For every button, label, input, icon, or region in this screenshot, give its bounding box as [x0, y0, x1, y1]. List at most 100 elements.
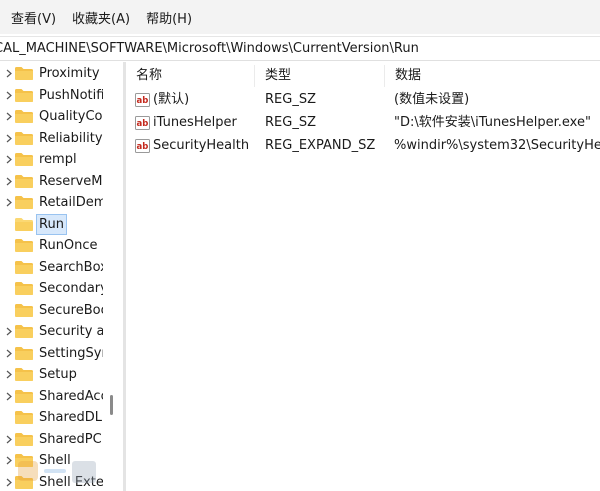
tree-item-label: SettingSyn — [39, 345, 103, 361]
tree-item-label: Reliability — [39, 130, 103, 146]
value-type: REG_EXPAND_SZ — [265, 138, 376, 153]
tree-item[interactable]: SharedDLL — [0, 407, 122, 428]
registry-value-row[interactable]: ab SecurityHealth REG_EXPAND_SZ %windir%\sy… — [126, 135, 600, 157]
tree-item-label: Proximity — [39, 66, 100, 81]
menu-view[interactable]: 查看(V) — [11, 8, 56, 27]
tree-item[interactable]: Reliability — [0, 128, 122, 149]
chevron-right-icon[interactable] — [4, 368, 14, 381]
value-type: REG_SZ — [265, 115, 316, 130]
site-watermark — [18, 461, 96, 483]
address-bar[interactable]: CAL_MACHINE\SOFTWARE\Microsoft\Windows\C… — [0, 36, 600, 61]
folder-icon — [15, 110, 33, 123]
svg-text:ab: ab — [137, 119, 149, 129]
chevron-right-icon[interactable] — [4, 347, 14, 360]
folder-icon — [15, 389, 33, 403]
value-type: REG_SZ — [265, 92, 316, 107]
folder-icon — [15, 67, 33, 80]
tree-item[interactable]: SharedAcc — [0, 386, 122, 407]
tree-scrollbar[interactable] — [106, 62, 116, 491]
tree-item[interactable]: SearchBox — [0, 257, 122, 278]
tree-item-label: QualityCor — [39, 109, 103, 124]
tree-item[interactable]: Proximity — [0, 63, 122, 84]
menu-favorites[interactable]: 收藏夹(A) — [72, 8, 130, 27]
tree-item[interactable]: rempl — [0, 149, 122, 170]
menu-bar: 查看(V) 收藏夹(A) 帮助(H) — [0, 0, 600, 34]
tree-item[interactable]: QualityCor — [0, 106, 122, 127]
tree-item[interactable]: RunOnce — [0, 235, 122, 256]
svg-text:ab: ab — [137, 142, 149, 152]
chevron-right-icon[interactable] — [4, 454, 14, 467]
tree-item-label: ReserveM — [39, 173, 103, 189]
folder-icon — [15, 346, 33, 360]
chevron-right-icon[interactable] — [4, 67, 14, 80]
chevron-right-icon[interactable] — [4, 175, 14, 188]
tree-item[interactable]: SecureBoo — [0, 300, 122, 321]
tree-item[interactable]: RetailDem — [0, 192, 122, 213]
value-data: "D:\软件安装\iTunesHelper.exe" — [394, 115, 591, 130]
tree-item-label: SharedPC — [39, 431, 102, 447]
value-name: iTunesHelper — [153, 115, 237, 130]
folder-icon — [15, 325, 33, 338]
registry-values-list: 名称 类型 数据 ab (默认) REG_SZ (数值未设置) ab iTunesHelp… — [126, 62, 600, 491]
string-value-icon: ab — [135, 116, 150, 130]
registry-value-row[interactable]: ab iTunesHelper REG_SZ "D:\软件安装\iTunesHelpe… — [126, 112, 600, 134]
folder-icon — [15, 217, 33, 231]
value-name: (默认) — [153, 92, 190, 107]
tree-item[interactable]: SettingSyn — [0, 343, 122, 364]
tree-item-label: Secondary — [39, 281, 103, 296]
tree-item-label: SharedDLL — [39, 410, 103, 425]
chevron-right-icon[interactable] — [4, 390, 14, 403]
tree-item-label: Run — [36, 213, 67, 235]
folder-icon — [15, 153, 33, 166]
chevron-right-icon[interactable] — [4, 110, 14, 123]
folder-icon — [15, 432, 33, 446]
value-data: (数值未设置) — [394, 92, 470, 107]
chevron-right-icon[interactable] — [4, 196, 14, 209]
tree-item-label: PushNotifi — [39, 87, 103, 103]
chevron-right-icon[interactable] — [4, 476, 14, 489]
column-header-data[interactable]: 数据 — [385, 65, 600, 87]
tree-scrollbar-thumb[interactable] — [110, 395, 113, 415]
chevron-right-icon[interactable] — [4, 325, 14, 338]
folder-icon — [15, 131, 33, 145]
folder-icon — [15, 88, 33, 102]
tree-item[interactable]: SharedPC — [0, 429, 122, 450]
tree-item[interactable]: Secondary — [0, 278, 122, 299]
value-name: SecurityHealth — [153, 138, 250, 153]
tree-item-label: Security ar — [39, 324, 103, 339]
svg-text:ab: ab — [137, 96, 149, 106]
folder-icon — [15, 239, 33, 252]
tree-item[interactable]: ReserveM — [0, 171, 122, 192]
tree-item[interactable]: Security ar — [0, 321, 122, 342]
folder-icon — [15, 368, 33, 381]
column-header-type[interactable]: 类型 — [255, 65, 385, 87]
folder-icon — [15, 411, 33, 424]
chevron-right-icon[interactable] — [4, 153, 14, 166]
folder-icon — [15, 260, 33, 274]
registry-key-tree: Proximity PushNotifi QualityCor Reliability… — [0, 62, 122, 491]
chevron-right-icon[interactable] — [4, 132, 14, 145]
chevron-right-icon[interactable] — [4, 89, 14, 102]
tree-item-label: Setup — [39, 367, 77, 382]
chevron-right-icon[interactable] — [4, 433, 14, 446]
address-path[interactable]: CAL_MACHINE\SOFTWARE\Microsoft\Windows\C… — [0, 41, 419, 56]
folder-icon — [15, 174, 33, 188]
tree-item[interactable]: Setup — [0, 364, 122, 385]
tree-item[interactable]: PushNotifi — [0, 85, 122, 106]
tree-item-label: SearchBox — [39, 259, 103, 275]
column-header-name[interactable]: 名称 — [126, 65, 255, 87]
tree-item-label: SharedAcc — [39, 388, 103, 404]
folder-icon — [15, 282, 33, 295]
registry-value-row[interactable]: ab (默认) REG_SZ (数值未设置) — [126, 89, 600, 111]
tree-item-label: RunOnce — [39, 238, 98, 253]
string-value-icon: ab — [135, 93, 150, 107]
string-value-icon: ab — [135, 139, 150, 153]
tree-item-label: SecureBoo — [39, 302, 103, 318]
menu-help[interactable]: 帮助(H) — [146, 8, 192, 27]
folder-icon — [15, 196, 33, 209]
tree-item[interactable]: Run — [0, 213, 122, 235]
folder-icon — [15, 303, 33, 317]
tree-item-label: RetailDem — [39, 195, 103, 210]
tree-item-label: rempl — [39, 152, 77, 167]
value-data: %windir%\system32\SecurityHealt — [394, 138, 600, 153]
